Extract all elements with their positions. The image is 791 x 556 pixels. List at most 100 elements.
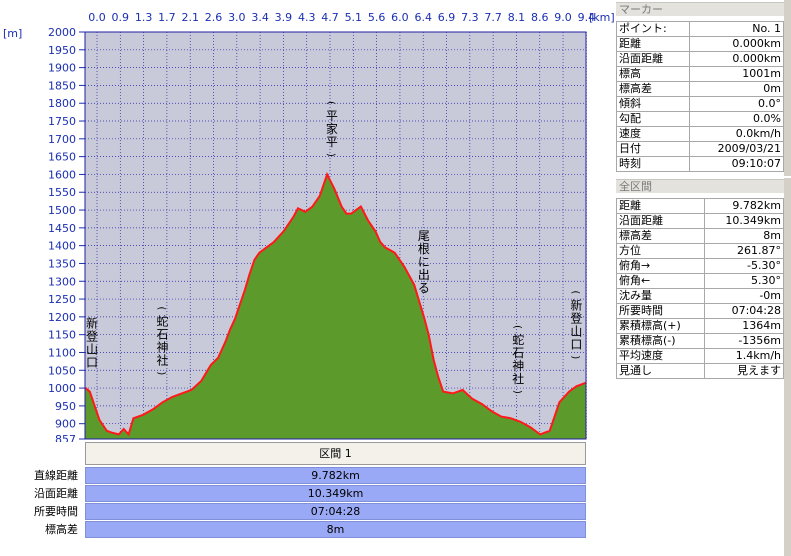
x-tick-label: 1.7 xyxy=(158,11,176,24)
x-tick-label: 0.0 xyxy=(88,11,106,24)
section-value: 1364m xyxy=(703,318,785,334)
waypoint-label: 新登山口 xyxy=(86,316,98,370)
section-value: 10.349km xyxy=(703,213,785,229)
section-row: 累積標高(-) -1356m xyxy=(616,333,785,349)
waypoint-label-char: 蛇 xyxy=(512,332,524,347)
x-tick-label: 4.3 xyxy=(298,11,316,24)
waypoint-label: (平家平) xyxy=(325,101,338,157)
section-key: 距離 xyxy=(616,198,705,214)
waypoint-label-char: 山 xyxy=(570,324,582,338)
waypoint-label-char: 神 xyxy=(512,359,524,373)
y-tick-label: 1200 xyxy=(48,311,76,324)
x-tick-label: 7.3 xyxy=(461,11,479,24)
marker-scrollbar[interactable] xyxy=(784,0,791,176)
section-value: 07:04:28 xyxy=(703,303,785,319)
waypoint-label-char: 尾 xyxy=(418,229,430,243)
marker-value: 0.0° xyxy=(688,96,785,112)
waypoint-label-char: 石 xyxy=(512,346,524,360)
summary-value: 10.349km xyxy=(85,485,586,502)
waypoint-label-char: 石 xyxy=(156,327,168,341)
section-row: 累積標高(+) 1364m xyxy=(616,318,785,334)
marker-table: ポイント: No. 1 距離 0.000km 沿面距離 0.000km 標高 1001m 標高差… xyxy=(616,21,785,172)
waypoint-label-char: ( xyxy=(569,290,580,294)
y-tick-label: 1050 xyxy=(48,364,76,377)
marker-key: 勾配 xyxy=(616,111,690,127)
y-tick-label: 1800 xyxy=(48,97,76,110)
x-tick-label: 6.0 xyxy=(391,11,409,24)
section-table: 距離 9.782km 沿面距離 10.349km 標高差 8m 方位 261.87° 俯角→ -5… xyxy=(616,198,785,379)
x-tick-label: 5.1 xyxy=(345,11,363,24)
marker-value: 0.000km xyxy=(688,51,785,67)
y-tick-label: 1300 xyxy=(48,275,76,288)
waypoint-label-char: る xyxy=(418,281,430,295)
x-tick-label: 2.1 xyxy=(181,11,199,24)
section-value: 見えます xyxy=(703,363,785,379)
marker-key: 傾斜 xyxy=(616,96,690,112)
waypoint-label: ( 蛇石神社) xyxy=(155,306,168,375)
waypoint-label: 尾根に出る xyxy=(418,229,430,295)
y-tick-label: 1750 xyxy=(48,115,76,128)
marker-key: 時刻 xyxy=(616,156,690,172)
marker-key: 日付 xyxy=(616,141,690,157)
waypoint-label-char: 蛇 xyxy=(156,313,168,328)
x-unit-label: [km] xyxy=(589,11,615,24)
section-key: 累積標高(-) xyxy=(616,333,705,349)
y-tick-label: 900 xyxy=(55,418,76,431)
marker-row: 日付 2009/03/21 xyxy=(616,141,785,157)
marker-value: 2009/03/21 xyxy=(688,141,785,157)
y-tick-label: 1650 xyxy=(48,151,76,164)
x-tick-label: 6.4 xyxy=(414,11,432,24)
elevation-chart[interactable]: 0.0 0.9 1.3 1.7 2.1 2.6 3.0 3.4 3.9 4.3 4.7 5.1 5.6 6… xyxy=(0,0,616,442)
section-key: 方位 xyxy=(616,243,705,259)
waypoint-label-char: に xyxy=(418,255,430,269)
section-row: 標高差 8m xyxy=(616,228,785,244)
waypoint-label-char: 山 xyxy=(86,343,98,357)
section-1-button[interactable]: 区間 1 xyxy=(85,442,586,465)
x-tick-label: 5.6 xyxy=(368,11,386,24)
section-row: 距離 9.782km xyxy=(616,198,785,214)
section-key: 標高差 xyxy=(616,228,705,244)
x-tick-labels: 0.0 0.9 1.3 1.7 2.1 2.6 3.0 3.4 3.9 4.3 4.7 5.1 5.6 6… xyxy=(88,11,595,24)
waypoint-label-char: 新 xyxy=(86,316,98,331)
marker-value: 1001m xyxy=(688,66,785,82)
marker-key: 沿面距離 xyxy=(616,51,690,67)
marker-value: No. 1 xyxy=(688,21,785,37)
section-row: 方位 261.87° xyxy=(616,243,785,259)
waypoint-label: (蛇石神社) xyxy=(511,325,524,394)
summary-value: 8m xyxy=(85,521,586,538)
y-tick-label: 1850 xyxy=(48,79,76,92)
section-key: 平均速度 xyxy=(616,348,705,364)
section-key: 所要時間 xyxy=(616,303,705,319)
section-key: 俯角→ xyxy=(616,258,705,274)
y-tick-label: 1900 xyxy=(48,62,76,75)
marker-row: 勾配 0.0% xyxy=(616,111,785,127)
marker-key: 速度 xyxy=(616,126,690,142)
waypoint-label-char: ) xyxy=(155,371,166,375)
waypoint-label-char: 登 xyxy=(570,310,582,325)
section-row: 沿面距離 10.349km xyxy=(616,213,785,229)
waypoint-label-char: 家 xyxy=(326,121,338,136)
y-tick-label: 1700 xyxy=(48,133,76,146)
section-value: 5.30° xyxy=(703,273,785,289)
summary-label: 直線距離 xyxy=(34,469,78,482)
y-tick-label: 857 xyxy=(55,433,76,442)
y-tick-label: 1250 xyxy=(48,293,76,306)
marker-row: 時刻 09:10:07 xyxy=(616,156,785,172)
y-tick-label: 1400 xyxy=(48,240,76,253)
waypoint-label-char: 神 xyxy=(156,340,168,354)
waypoint-label-char: 出 xyxy=(418,268,430,282)
x-tick-label: 3.9 xyxy=(275,11,293,24)
section-panel: 距離 9.782km 沿面距離 10.349km 標高差 8m 方位 261.87° 俯角→ -5… xyxy=(616,198,785,379)
x-tick-label: 4.7 xyxy=(321,11,339,24)
waypoint-label-char: 新 xyxy=(570,297,582,312)
waypoint-label-char: ) xyxy=(325,153,336,157)
section-value: 1.4km/h xyxy=(703,348,785,364)
waypoint-label-char: 社 xyxy=(156,352,168,367)
section-value: -5.30° xyxy=(703,258,785,274)
section-scrollbar[interactable] xyxy=(784,178,791,556)
section-value: 261.87° xyxy=(703,243,785,259)
summary-label: 標高差 xyxy=(45,523,78,536)
y-tick-label: 1100 xyxy=(48,346,76,359)
x-tick-label: 6.9 xyxy=(438,11,456,24)
waypoint-label-char: ( xyxy=(155,306,166,310)
